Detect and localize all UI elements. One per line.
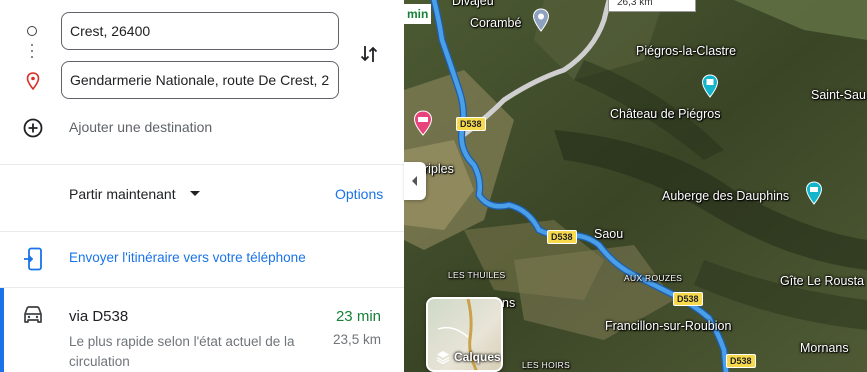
directions-panel: Crest, 26400 Gendarmerie Nationale, rout… [0, 0, 404, 372]
route-duration: 23 min [335, 308, 381, 325]
route-description: Le plus rapide selon l'état actuel de la… [69, 334, 295, 369]
divider [0, 231, 404, 232]
castle-pin-icon[interactable] [701, 74, 719, 98]
send-to-phone-link[interactable]: Envoyer l'itinéraire vers votre téléphon… [69, 250, 306, 265]
chevron-down-icon[interactable] [190, 191, 200, 196]
chevron-left-icon[interactable] [412, 176, 417, 186]
place-label[interactable]: Auberge des Dauphins [662, 189, 789, 203]
hotel-pin-icon[interactable] [413, 110, 433, 136]
place-label[interactable]: Divajeu [452, 0, 494, 8]
place-label[interactable]: AUX ROUZES [624, 273, 682, 283]
place-label[interactable]: Gîte Le Rousta [780, 274, 864, 288]
place-label[interactable]: Corambé [470, 16, 521, 30]
selected-route-indicator [0, 288, 4, 372]
place-pin-icon[interactable] [532, 8, 550, 32]
route-name: via D538 [69, 308, 129, 325]
place-label[interactable]: riples [424, 162, 454, 176]
place-label[interactable]: Saint-Sau [811, 88, 866, 102]
place-label[interactable]: Piégros-la-Clastre [636, 44, 736, 58]
layers-button[interactable]: Calques [426, 297, 503, 372]
send-to-phone-icon[interactable] [23, 247, 43, 271]
divider [0, 164, 404, 165]
route-distance: 23,5 km [332, 332, 381, 347]
origin-input[interactable]: Crest, 26400 [61, 12, 339, 50]
route-option-card[interactable]: via D538 23 min Le plus rapide selon l'é… [0, 288, 404, 372]
road-shield-d538: D538 [547, 230, 577, 244]
route-distance-badge: 26,3 km [608, 0, 696, 12]
destination-input[interactable]: Gendarmerie Nationale, route De Crest, 2 [61, 61, 339, 99]
swap-icon[interactable] [358, 42, 380, 66]
route-dots-icon [31, 44, 33, 62]
car-icon [24, 306, 42, 323]
destination-pin-icon [26, 72, 40, 90]
layers-label: Calques [454, 350, 501, 364]
place-label[interactable]: Francillon-sur-Roubion [605, 319, 731, 333]
place-label[interactable]: Saou [594, 227, 623, 241]
road-shield-d538: D538 [673, 292, 703, 306]
add-destination-link[interactable]: Ajouter une destination [69, 119, 212, 135]
museum-pin-icon[interactable] [805, 181, 823, 205]
collapse-panel-button[interactable] [404, 162, 426, 200]
place-label[interactable]: LES THUILES [448, 270, 505, 280]
road-shield-d538: D538 [456, 117, 486, 131]
alternate-route-time: min [404, 4, 432, 24]
origin-circle-icon [27, 26, 37, 36]
place-label[interactable]: Château de Piégros [610, 107, 721, 121]
place-label[interactable]: ns [502, 296, 515, 310]
road-shield-d538: D538 [726, 354, 756, 368]
depart-now-dropdown[interactable]: Partir maintenant [69, 186, 176, 202]
place-label[interactable]: LES HOIRS [522, 360, 570, 370]
add-destination-icon[interactable] [22, 117, 44, 139]
layers-icon [436, 351, 450, 364]
options-button[interactable]: Options [335, 186, 383, 202]
place-label[interactable]: Mornans [800, 341, 849, 355]
